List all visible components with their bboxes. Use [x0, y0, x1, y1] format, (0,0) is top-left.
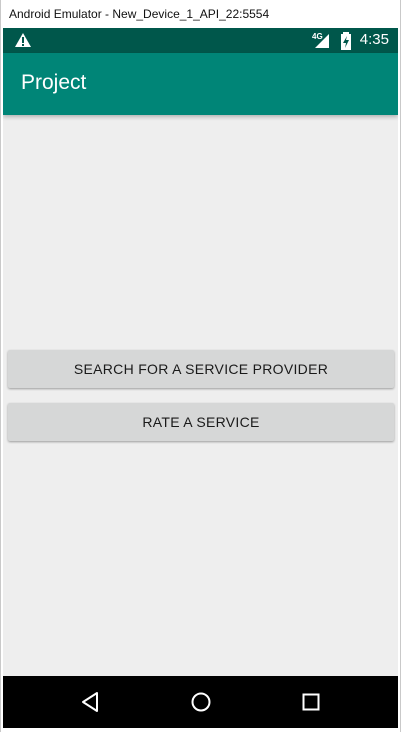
emulator-window: Android Emulator - New_Device_1_API_22:5…: [0, 0, 401, 732]
rate-service-button[interactable]: RATE A SERVICE: [8, 403, 394, 441]
recents-icon[interactable]: [299, 690, 323, 714]
window-title: Android Emulator - New_Device_1_API_22:5…: [1, 0, 400, 28]
status-clock: 4:35: [359, 31, 389, 48]
navigation-bar: [3, 676, 398, 728]
warning-icon: [15, 33, 31, 47]
back-icon[interactable]: [79, 690, 103, 714]
app-bar: Project: [3, 53, 398, 115]
device-screen: 4G 4:35 Project SEARCH FOR A SERVICE PRO…: [3, 28, 398, 728]
status-bar: 4G 4:35: [3, 28, 398, 53]
signal-icon: [315, 34, 329, 48]
app-title: Project: [21, 71, 87, 94]
home-icon[interactable]: [189, 690, 213, 714]
battery-charging-icon: [341, 32, 351, 50]
search-service-provider-button[interactable]: SEARCH FOR A SERVICE PROVIDER: [8, 350, 394, 388]
